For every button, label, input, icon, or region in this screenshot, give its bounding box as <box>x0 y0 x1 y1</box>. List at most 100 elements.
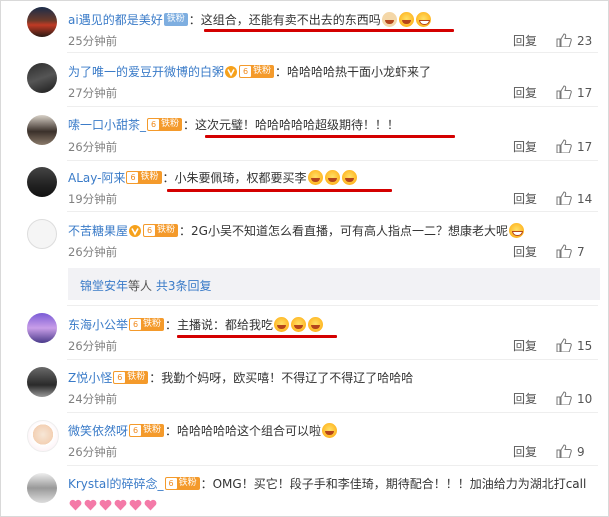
avatar[interactable] <box>27 7 57 37</box>
username[interactable]: Krystal的碎碎念_ <box>68 477 164 491</box>
username[interactable]: Z悦小怪 <box>68 371 112 385</box>
highlight-underline <box>205 135 455 138</box>
divider <box>67 359 598 360</box>
comment-text: 这组合，还能有卖不出去的东西吗 <box>200 13 381 27</box>
comment-text: 哈哈哈哈哈这个组合可以啦 <box>177 424 322 438</box>
reply-button[interactable]: 回复 <box>513 34 537 48</box>
reply-button[interactable]: 回复 <box>513 392 537 406</box>
like-count: 9 <box>577 445 585 459</box>
verified-v-icon <box>225 65 238 78</box>
reply-button[interactable]: 回复 <box>513 140 537 154</box>
comment-text: 这次元璧！哈哈哈哈哈超级期待！！！ <box>195 118 400 132</box>
comment-text: 2G小吴不知道怎么看直播，可有高人指点一二？想康老大呢 <box>191 224 508 238</box>
heart-emoji-icon <box>84 499 97 510</box>
username[interactable]: ai遇见的都是美好 <box>68 13 163 27</box>
laugh-emoji-icon <box>341 170 357 185</box>
avatar[interactable] <box>27 313 57 343</box>
laugh-emoji-icon <box>274 317 290 332</box>
reply-button[interactable]: 回复 <box>513 86 537 100</box>
fan-badge: 铁粉 <box>163 13 188 26</box>
comment-text: 哈哈哈哈热干面小龙虾来了 <box>287 65 432 79</box>
laugh-emoji-icon <box>322 423 338 438</box>
laugh-emoji-icon <box>291 317 307 332</box>
timestamp: 26分钟前 <box>68 140 118 154</box>
divider <box>67 52 598 53</box>
thumbs-up-icon[interactable] <box>556 444 572 458</box>
fan-badge: 铁粉 <box>239 65 275 78</box>
like-count: 23 <box>577 34 593 48</box>
avatar[interactable] <box>27 420 59 452</box>
thumbs-up-icon[interactable] <box>556 139 572 153</box>
username[interactable]: 不苦糖果屋 <box>68 224 128 238</box>
heart-emoji-icon <box>114 499 127 510</box>
heart-emoji-icon <box>69 499 82 510</box>
username[interactable]: 微笑依然呀 <box>68 424 128 438</box>
sub-reply-middle: 等人 <box>128 279 153 293</box>
fan-badge: 铁粉 <box>143 224 179 237</box>
avatar[interactable] <box>27 115 57 145</box>
heart-emoji-icon <box>99 499 112 510</box>
divider <box>67 160 598 161</box>
fan-badge: 铁粉 <box>164 477 200 490</box>
thumbs-up-icon[interactable] <box>556 33 572 47</box>
comment-text: OMG！买它！段子手和李佳琦，期待配合！！！加油给力为湖北打call <box>212 477 587 491</box>
reply-button[interactable]: 回复 <box>513 192 537 206</box>
like-count: 7 <box>577 245 585 259</box>
like-count: 17 <box>577 86 593 100</box>
sub-reply-user[interactable]: 锦堂安年 <box>80 279 128 293</box>
avatar[interactable] <box>27 473 57 503</box>
avatar[interactable] <box>27 63 57 93</box>
fan-badge: 铁粉 <box>126 171 162 184</box>
timestamp: 24分钟前 <box>68 392 118 406</box>
highlight-underline <box>204 29 454 32</box>
username[interactable]: ALay-阿来 <box>68 171 125 185</box>
laugh-emoji-icon <box>308 317 324 332</box>
like-count: 17 <box>577 140 593 154</box>
comment-list: ai遇见的都是美好 铁粉 ：这组合，还能有卖不出去的东西吗 25分钟前 回复 23 … <box>0 0 609 517</box>
avatar[interactable] <box>27 167 57 197</box>
heart-emoji-icon <box>144 499 157 510</box>
highlight-underline <box>177 335 337 338</box>
laugh-emoji-icon <box>324 170 340 185</box>
thumbs-up-icon[interactable] <box>556 191 572 205</box>
timestamp: 26分钟前 <box>68 245 118 259</box>
divider <box>67 305 598 306</box>
heart-emoji-icon <box>129 499 142 510</box>
thumbs-up-icon[interactable] <box>556 338 572 352</box>
fan-badge: 铁粉 <box>113 371 149 384</box>
thumbs-up-icon[interactable] <box>556 391 572 405</box>
divider <box>67 412 598 413</box>
timestamp: 26分钟前 <box>68 445 118 459</box>
username[interactable]: 东海小公举 <box>68 318 128 332</box>
fan-badge: 铁粉 <box>147 118 183 131</box>
laugh-emoji-icon <box>398 12 414 27</box>
fan-badge: 铁粉 <box>129 424 165 437</box>
reply-button[interactable]: 回复 <box>513 245 537 259</box>
heart-emoji-row <box>68 495 158 514</box>
timestamp: 25分钟前 <box>68 34 118 48</box>
avatar[interactable] <box>27 219 57 249</box>
verified-v-icon <box>129 224 142 237</box>
avatar[interactable] <box>27 367 57 397</box>
divider <box>67 211 598 212</box>
username[interactable]: 为了唯一的爱豆开微博的白粥 <box>68 65 224 79</box>
reply-button[interactable]: 回复 <box>513 445 537 459</box>
view-replies-link[interactable]: 共3条回复 <box>156 279 212 293</box>
divider <box>67 106 598 107</box>
thumbs-up-icon[interactable] <box>556 85 572 99</box>
comment-text: 我勤个妈呀，欧买嘻！不得辽了不得辽了哈哈哈 <box>161 371 414 385</box>
like-count: 14 <box>577 192 593 206</box>
timestamp: 27分钟前 <box>68 86 118 100</box>
username[interactable]: 嗦一口小甜茶_ <box>68 118 146 132</box>
timestamp: 19分钟前 <box>68 192 118 206</box>
reply-button[interactable]: 回复 <box>513 339 537 353</box>
fan-badge: 铁粉 <box>129 318 165 331</box>
like-count: 10 <box>577 392 593 406</box>
highlight-underline <box>167 189 392 192</box>
sub-replies-box[interactable]: 锦堂安年等人 共3条回复 <box>68 268 600 300</box>
comment-text: 主播说：都给我吃 <box>177 318 274 332</box>
laugh-emoji-icon <box>307 170 323 185</box>
thumbs-up-icon[interactable] <box>556 244 572 258</box>
comment-text: 小朱要佩琦，权都要买李 <box>174 171 307 185</box>
grin-emoji-icon <box>415 12 431 27</box>
